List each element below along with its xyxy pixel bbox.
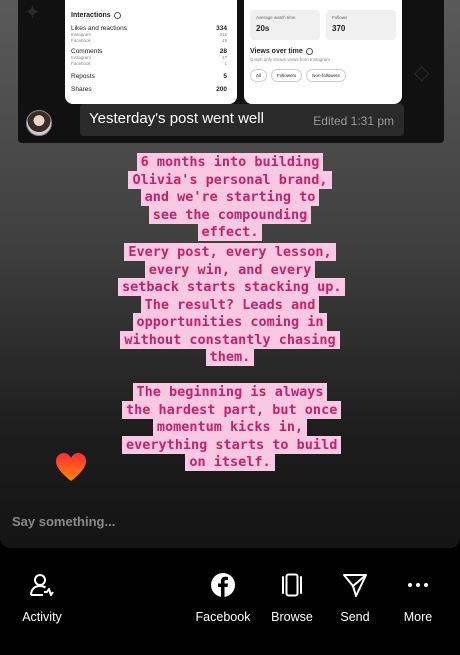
info-icon [305, 48, 313, 55]
reply-input[interactable]: Say something... [12, 514, 115, 529]
metric-row: Comments 28 Instagram 27 Facebook 1 [71, 48, 227, 66]
insights-card-interactions: Interactions Likes and reactions 334 Inst… [65, 0, 237, 104]
facebook-icon [211, 573, 235, 597]
send-icon [343, 574, 367, 597]
nav-facebook[interactable]: Facebook [183, 572, 263, 624]
message-text: Yesterday's post went well [89, 110, 264, 127]
message-bubble: Yesterday's post went well Edited 1:31 p… [80, 104, 404, 136]
chip-non-followers: Non-followers [306, 69, 346, 82]
nav-more[interactable]: More [378, 572, 458, 624]
stat-box: Average watch time 20s [250, 10, 320, 40]
metric-row: Reposts 5 [71, 73, 227, 80]
metric-row: Likes and reactions 334 Instagram 315 Face… [71, 25, 227, 43]
story-view[interactable]: ✦ ◇ Interactions Likes and reactions 334 … [0, 0, 460, 548]
doodle-icon: ◇ [414, 60, 430, 84]
doodle-icon: ✦ [24, 0, 41, 24]
bottom-nav: Activity Facebook Browse Send More [0, 548, 460, 655]
insights-card-views: Average watch time 20s Follows 370 Views… [244, 0, 402, 104]
caption-sticker: The beginning is always the hardest part… [122, 383, 342, 472]
chip-all: All [250, 69, 268, 82]
section-title: Views over time [250, 48, 396, 55]
avatar [26, 110, 52, 136]
graph-note: Graph only shows views from Instagram [250, 57, 331, 62]
caption-sticker: 6 months into building Olivia's personal… [128, 153, 332, 242]
stat-box: Follows 370 [326, 10, 396, 40]
caption-sticker: Every post, every lesson, every win, and… [118, 243, 346, 367]
section-title: Interactions [71, 12, 227, 19]
nav-activity[interactable]: Activity [2, 572, 82, 624]
more-icon [408, 583, 428, 587]
metric-row: Shares 200 [71, 86, 227, 93]
message-meta: Edited 1:31 pm [313, 114, 394, 128]
browse-icon [282, 573, 302, 597]
activity-icon [30, 574, 54, 596]
embedded-chat-screenshot: ✦ ◇ Interactions Likes and reactions 334 … [18, 0, 444, 143]
info-icon [113, 12, 121, 19]
heart-icon[interactable] [54, 450, 88, 484]
chip-followers: Followers [271, 69, 303, 82]
